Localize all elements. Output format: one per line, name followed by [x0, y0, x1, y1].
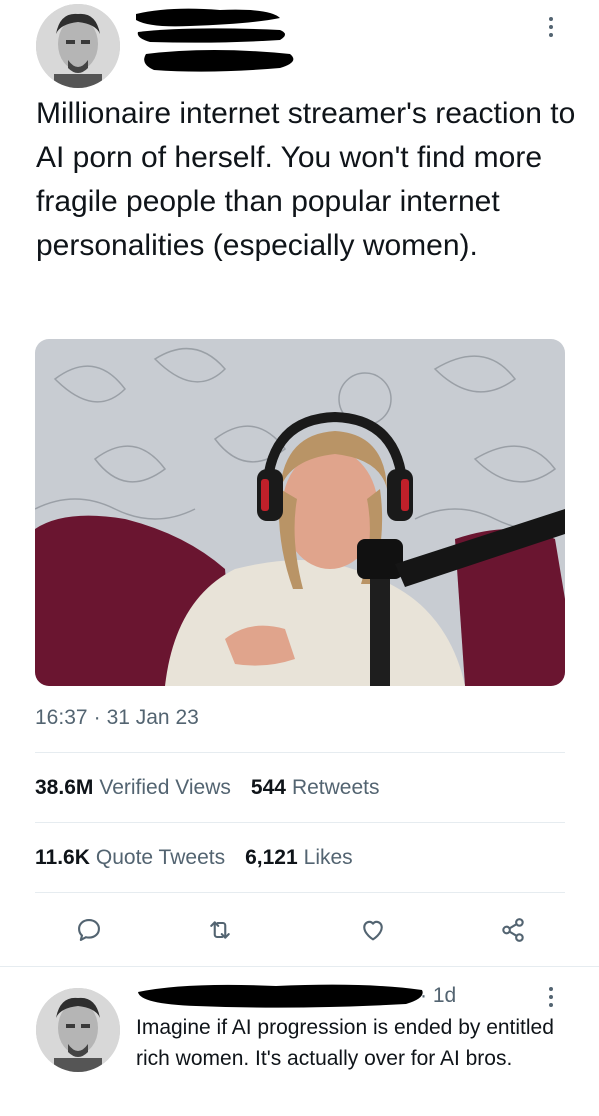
- divider: [35, 752, 565, 753]
- views-label: Verified Views: [99, 776, 231, 799]
- heart-icon[interactable]: [353, 910, 393, 950]
- reply-text: Imagine if AI progression is ended by en…: [136, 1016, 554, 1070]
- author-avatar[interactable]: [36, 4, 120, 88]
- redacted-reply-username: [136, 978, 426, 1010]
- stats-row-views-retweets: 38.6M Verified Views 544 Retweets: [35, 776, 380, 800]
- divider: [0, 966, 599, 967]
- views-stat[interactable]: 38.6M Verified Views: [35, 776, 231, 800]
- reply-time[interactable]: · 1d: [420, 984, 456, 1008]
- tweet-text: Millionaire internet streamer's reaction…: [36, 97, 576, 262]
- quotes-count: 11.6K: [35, 846, 90, 869]
- reply-icon[interactable]: [69, 910, 109, 950]
- share-icon[interactable]: [493, 910, 533, 950]
- redacted-username: [130, 4, 310, 80]
- likes-stat[interactable]: 6,121 Likes: [245, 846, 353, 870]
- quotes-stat[interactable]: 11.6K Quote Tweets: [35, 846, 225, 870]
- reply-more-options-icon[interactable]: [541, 982, 561, 1012]
- likes-label: Likes: [303, 846, 353, 869]
- divider: [35, 822, 565, 823]
- retweets-count: 544: [250, 776, 286, 799]
- divider: [35, 892, 565, 893]
- retweets-stat[interactable]: 544 Retweets: [251, 776, 380, 800]
- tweet-media-image[interactable]: [35, 339, 565, 686]
- retweet-icon[interactable]: [200, 910, 240, 950]
- tweet-date: 31 Jan 23: [106, 706, 199, 729]
- likes-count: 6,121: [245, 846, 298, 869]
- tweet-timestamp[interactable]: 16:37 · 31 Jan 23: [35, 706, 199, 730]
- tweet-time: 16:37: [35, 706, 88, 729]
- quotes-label: Quote Tweets: [95, 846, 226, 869]
- stats-row-quotes-likes: 11.6K Quote Tweets 6,121 Likes: [35, 846, 353, 870]
- tweet-action-bar: [35, 910, 565, 952]
- views-count: 38.6M: [35, 776, 94, 799]
- more-options-icon[interactable]: [541, 12, 561, 42]
- timestamp-separator: ·: [93, 706, 101, 729]
- reply-author-avatar[interactable]: [36, 988, 120, 1072]
- retweets-label: Retweets: [291, 776, 380, 799]
